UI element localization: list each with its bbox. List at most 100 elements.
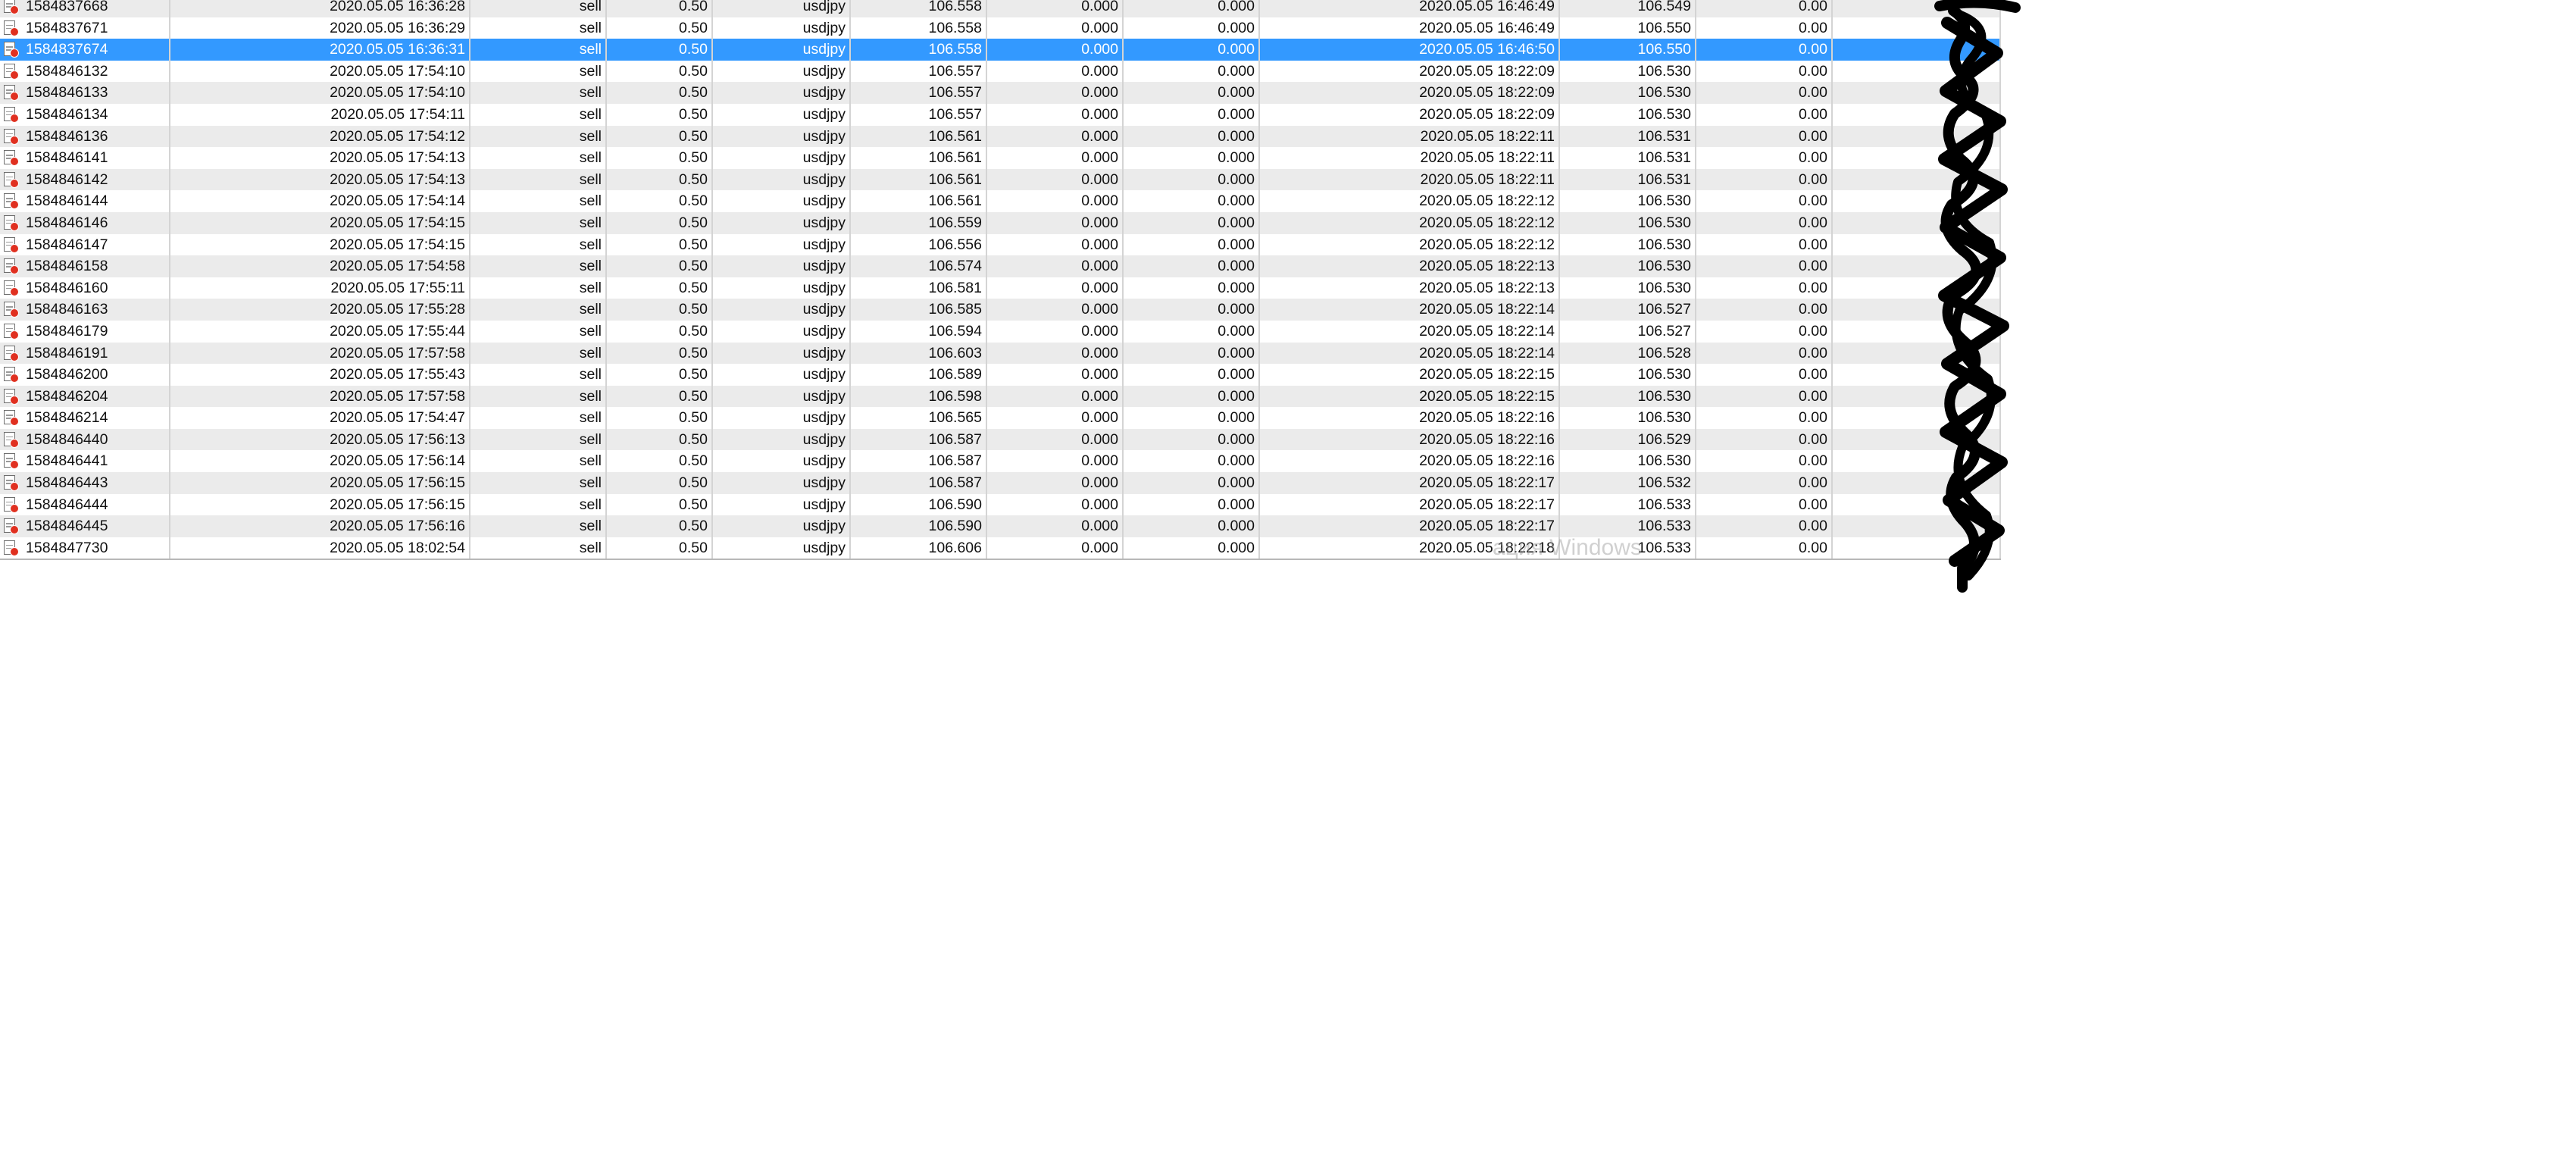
table-row[interactable]: 1584846441 2020.05.05 17:56:14 sell 0.50 usd… [0, 450, 2001, 473]
volume-cell: 0.50 [606, 168, 713, 191]
open-price-cell: 106.557 [850, 103, 987, 126]
open-time-cell: 2020.05.05 17:54:14 [170, 190, 470, 212]
table-row[interactable]: 1584846142 2020.05.05 17:54:13 sell 0.50 usd… [0, 168, 2001, 191]
table-row[interactable]: 1584846200 2020.05.05 17:55:43 sell 0.50 usd… [0, 364, 2001, 386]
table-row[interactable]: 1584846146 2020.05.05 17:54:15 sell 0.50 usd… [0, 211, 2001, 234]
close-price-cell: 106.549 [1559, 0, 1696, 17]
table-row[interactable]: 1584837671 2020.05.05 16:36:29 sell 0.50 usd… [0, 17, 2001, 39]
closed-order-icon [4, 518, 19, 535]
stop-loss-cell: 0.000 [986, 385, 1124, 408]
ticket-number: 1584837668 [26, 0, 108, 14]
volume-cell: 0.50 [606, 364, 713, 386]
open-price-cell: 106.587 [850, 450, 987, 473]
type-cell: sell [470, 364, 607, 386]
table-row[interactable]: 1584846179 2020.05.05 17:55:44 sell 0.50 usd… [0, 320, 2001, 343]
table-row[interactable]: 1584846132 2020.05.05 17:54:10 sell 0.50 usd… [0, 60, 2001, 83]
table-row[interactable]: 1584846133 2020.05.05 17:54:10 sell 0.50 usd… [0, 82, 2001, 104]
stop-loss-cell: 0.000 [986, 39, 1124, 61]
type-cell: sell [470, 450, 607, 473]
stop-loss-cell: 0.000 [986, 125, 1124, 148]
close-time-cell: 2020.05.05 18:22:17 [1259, 493, 1560, 516]
open-time-cell: 2020.05.05 17:54:10 [170, 60, 470, 83]
table-row[interactable]: 1584846204 2020.05.05 17:57:58 sell 0.50 usd… [0, 385, 2001, 408]
ticket-cell: 1584846163 [0, 299, 170, 321]
open-time-cell: 2020.05.05 17:54:15 [170, 233, 470, 256]
take-profit-cell: 0.000 [1123, 385, 1260, 408]
type-cell: sell [470, 320, 607, 343]
take-profit-cell: 0.000 [1123, 17, 1260, 39]
ticket-cell: 1584846445 [0, 515, 170, 537]
commission-cell: 0.00 [1696, 168, 1833, 191]
commission-cell: 0.00 [1696, 385, 1833, 408]
type-cell: sell [470, 211, 607, 234]
commission-cell: 0.00 [1696, 39, 1833, 61]
close-price-cell: 106.530 [1559, 103, 1696, 126]
type-cell: sell [470, 407, 607, 429]
take-profit-cell: 0.000 [1123, 537, 1260, 561]
open-time-cell: 2020.05.05 17:55:43 [170, 364, 470, 386]
take-profit-cell: 0.000 [1123, 364, 1260, 386]
table-row[interactable]: 1584846440 2020.05.05 17:56:13 sell 0.50 usd… [0, 428, 2001, 451]
table-row[interactable]: 1584846443 2020.05.05 17:56:15 sell 0.50 usd… [0, 472, 2001, 494]
volume-cell: 0.50 [606, 515, 713, 537]
table-row[interactable]: 1584846144 2020.05.05 17:54:14 sell 0.50 usd… [0, 190, 2001, 212]
table-row[interactable]: 1584846444 2020.05.05 17:56:15 sell 0.50 usd… [0, 493, 2001, 516]
open-price-cell: 106.559 [850, 211, 987, 234]
table-row[interactable]: 1584846445 2020.05.05 17:56:16 sell 0.50 usd… [0, 515, 2001, 537]
symbol-cell: usdjpy [712, 515, 851, 537]
close-time-cell: 2020.05.05 18:22:12 [1259, 190, 1560, 212]
ticket-number: 1584846200 [26, 366, 108, 383]
ticket-number: 1584846160 [26, 279, 108, 296]
table-row[interactable]: 1584846136 2020.05.05 17:54:12 sell 0.50 usd… [0, 125, 2001, 148]
take-profit-cell: 0.000 [1123, 147, 1260, 169]
stop-loss-cell: 0.000 [986, 342, 1124, 365]
type-cell: sell [470, 385, 607, 408]
close-price-cell: 106.530 [1559, 60, 1696, 83]
trade-history-table: 1584837668 2020.05.05 16:36:28 sell 0.50 usd… [0, 0, 2001, 561]
table-row[interactable]: 1584846134 2020.05.05 17:54:11 sell 0.50 usd… [0, 103, 2001, 126]
close-price-cell: 106.527 [1559, 299, 1696, 321]
table-row[interactable]: 1584846158 2020.05.05 17:54:58 sell 0.50 usd… [0, 255, 2001, 277]
ticket-cell: 1584846204 [0, 385, 170, 408]
stop-loss-cell: 0.000 [986, 168, 1124, 191]
symbol-cell: usdjpy [712, 493, 851, 516]
symbol-cell: usdjpy [712, 450, 851, 473]
open-price-cell: 106.558 [850, 0, 987, 17]
table-row[interactable]: 1584846141 2020.05.05 17:54:13 sell 0.50 usd… [0, 147, 2001, 169]
stop-loss-cell: 0.000 [986, 60, 1124, 83]
table-row[interactable]: 1584846191 2020.05.05 17:57:58 sell 0.50 usd… [0, 342, 2001, 365]
symbol-cell: usdjpy [712, 60, 851, 83]
close-time-cell: 2020.05.05 18:22:11 [1259, 147, 1560, 169]
close-price-cell: 106.530 [1559, 450, 1696, 473]
table-row[interactable]: 1584846163 2020.05.05 17:55:28 sell 0.50 usd… [0, 299, 2001, 321]
table-row[interactable]: 1584846160 2020.05.05 17:55:11 sell 0.50 usd… [0, 277, 2001, 299]
ticket-number: 1584846158 [26, 258, 108, 275]
type-cell: sell [470, 60, 607, 83]
volume-cell: 0.50 [606, 342, 713, 365]
close-time-cell: 2020.05.05 18:22:12 [1259, 211, 1560, 234]
take-profit-cell: 0.000 [1123, 211, 1260, 234]
commission-cell: 0.00 [1696, 472, 1833, 494]
table-row[interactable]: 1584846214 2020.05.05 17:54:47 sell 0.50 usd… [0, 407, 2001, 429]
ticket-number: 1584837674 [26, 41, 108, 58]
commission-cell: 0.00 [1696, 537, 1833, 561]
commission-cell: 0.00 [1696, 255, 1833, 277]
type-cell: sell [470, 428, 607, 451]
take-profit-cell: 0.000 [1123, 493, 1260, 516]
close-time-cell: 2020.05.05 18:22:11 [1259, 168, 1560, 191]
ticket-number: 1584846141 [26, 149, 108, 167]
table-row[interactable]: 1584837668 2020.05.05 16:36:28 sell 0.50 usd… [0, 0, 2001, 17]
table-row[interactable]: 1584846147 2020.05.05 17:54:15 sell 0.50 usd… [0, 233, 2001, 256]
ticket-number: 1584837671 [26, 19, 108, 36]
close-price-cell: 106.533 [1559, 515, 1696, 537]
ticket-number: 1584847730 [26, 539, 108, 556]
ticket-number: 1584846136 [26, 127, 108, 145]
commission-cell: 0.00 [1696, 515, 1833, 537]
type-cell: sell [470, 147, 607, 169]
stop-loss-cell: 0.000 [986, 277, 1124, 299]
table-row[interactable]: 1584847730 2020.05.05 18:02:54 sell 0.50 usd… [0, 537, 2001, 561]
ticket-number: 1584846179 [26, 322, 108, 340]
table-row-selected[interactable]: 1584837674 2020.05.05 16:36:31 sell 0.50 usd… [0, 39, 2001, 61]
open-price-cell: 106.587 [850, 472, 987, 494]
close-price-cell: 106.550 [1559, 17, 1696, 39]
